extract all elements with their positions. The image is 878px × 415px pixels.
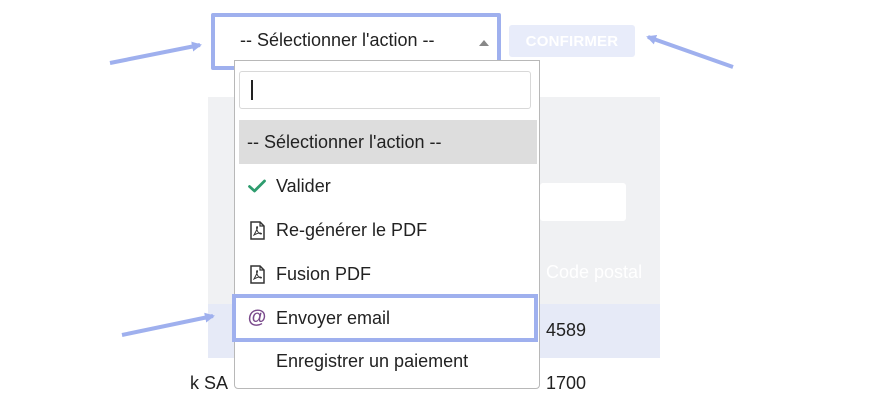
option-valider[interactable]: Valider <box>239 164 537 208</box>
dropdown-search[interactable] <box>239 71 531 109</box>
arrow-to-select <box>109 41 202 65</box>
arrow-to-email-option <box>121 312 215 337</box>
option-select-action[interactable]: -- Sélectionner l'action -- <box>239 120 537 164</box>
dropdown-search-input[interactable] <box>240 72 530 108</box>
option-envoyer-email[interactable]: @ Envoyer email <box>232 294 538 342</box>
at-sign-icon: @ <box>247 307 267 328</box>
action-select-value: -- Sélectionner l'action -- <box>240 30 435 50</box>
option-enregistrer-paiement[interactable]: Enregistrer un paiement <box>239 339 537 383</box>
option-label: Envoyer email <box>276 307 391 328</box>
check-icon <box>247 175 267 197</box>
pdf-file-icon <box>247 219 267 241</box>
confirm-button[interactable]: CONFIRMER <box>509 25 635 57</box>
cell-company-partial: k SA <box>190 373 229 393</box>
cell-code-postal: 4589 <box>546 320 587 340</box>
action-dropdown: -- Sélectionner l'action -- Valider Re-g… <box>232 60 540 389</box>
cell-code-postal: 1700 <box>546 373 587 393</box>
filter-input[interactable] <box>540 183 626 221</box>
option-label: Re-générer le PDF <box>276 219 428 240</box>
column-header-code-postal[interactable]: Code postal <box>546 262 642 283</box>
option-label: Enregistrer un paiement <box>276 350 469 371</box>
option-label: Fusion PDF <box>276 263 372 284</box>
caret-up-icon <box>479 40 489 46</box>
pdf-file-icon <box>247 263 267 285</box>
option-fusion-pdf[interactable]: Fusion PDF <box>239 252 537 296</box>
arrow-to-confirm <box>646 34 734 69</box>
text-cursor <box>251 80 253 100</box>
option-regenerer-pdf[interactable]: Re-générer le PDF <box>239 208 537 252</box>
option-label: Valider <box>276 175 331 196</box>
option-label: -- Sélectionner l'action -- <box>247 131 442 152</box>
